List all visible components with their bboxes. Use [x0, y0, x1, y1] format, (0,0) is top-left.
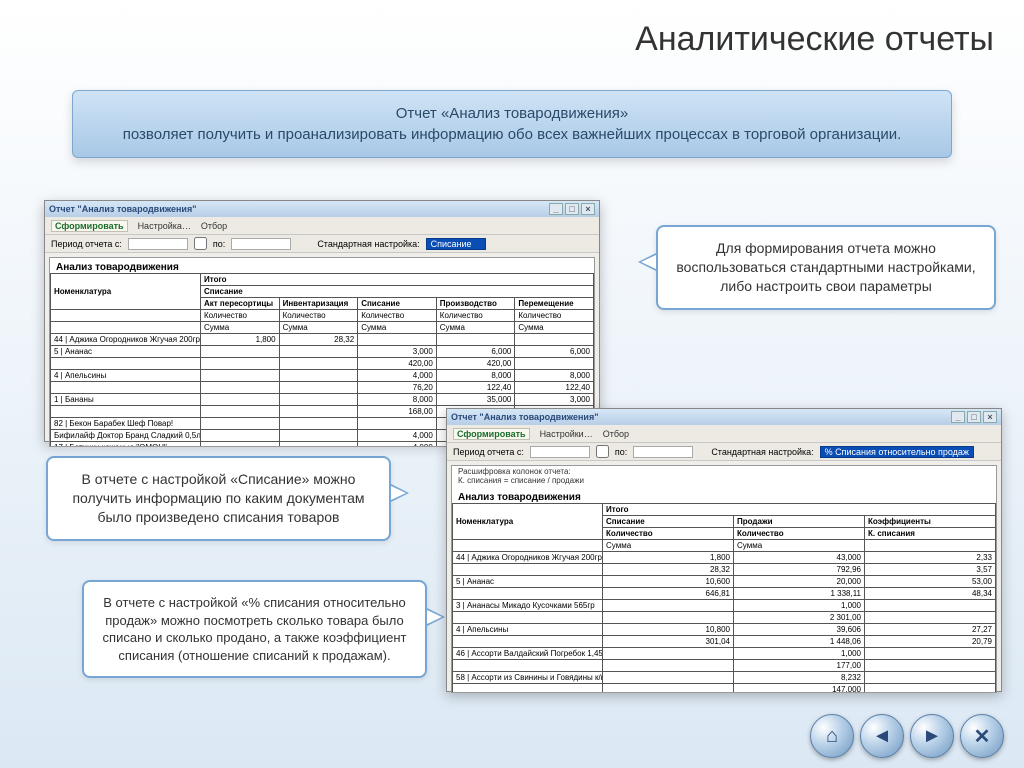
callout-percent: В отчете с настройкой «% списания относи…: [82, 580, 427, 678]
main-callout: Отчет «Анализ товародвижения» позволяет …: [72, 90, 952, 158]
close-button[interactable]: ×: [983, 411, 997, 423]
nav-close-button[interactable]: ✕: [960, 714, 1004, 758]
window-controls: _ □ ×: [951, 411, 997, 423]
std-label: Стандартная настройка:: [317, 239, 419, 249]
titlebar: Отчет "Анализ товародвижения" _ □ ×: [447, 409, 1001, 425]
slide-title: Аналитические отчеты: [635, 20, 994, 59]
legend: Расшифровка колонок отчета: К. списания …: [452, 466, 996, 488]
callout-tail: [638, 252, 658, 272]
params-row: Период отчета с: по: Стандартная настрой…: [45, 235, 599, 253]
titlebar: Отчет "Анализ товародвижения" _ □ ×: [45, 201, 599, 217]
run-button[interactable]: Сформировать: [51, 220, 128, 232]
filter-button[interactable]: Отбор: [201, 221, 227, 231]
toolbar: Сформировать Настройки… Отбор: [447, 425, 1001, 443]
report-window-2: Отчет "Анализ товародвижения" _ □ × Сфор…: [446, 408, 1002, 692]
period-from-input[interactable]: [530, 446, 590, 458]
callout-writeoff: В отчете с настройкой «Списание» можно п…: [46, 456, 391, 541]
nav-prev-button[interactable]: ◄: [860, 714, 904, 758]
report-area: Расшифровка колонок отчета: К. списания …: [451, 465, 997, 693]
std-label: Стандартная настройка:: [711, 447, 813, 457]
callout-text: Для формирования отчета можно воспользов…: [676, 240, 975, 294]
minimize-button[interactable]: _: [951, 411, 965, 423]
nav-home-button[interactable]: ⌂: [810, 714, 854, 758]
std-selector[interactable]: % Списания относительно продаж: [820, 446, 974, 458]
close-button[interactable]: ×: [581, 203, 595, 215]
period-label: Период отчета с:: [453, 447, 524, 457]
report-title: Анализ товародвижения: [452, 488, 996, 503]
report-grid-2: НоменклатураИтогоСписаниеПродажиКоэффици…: [452, 503, 996, 693]
period-label: Период отчета с:: [51, 239, 122, 249]
period-to-input[interactable]: [231, 238, 291, 250]
period-checkbox[interactable]: [596, 445, 609, 458]
toolbar: Сформировать Настройка… Отбор: [45, 217, 599, 235]
std-selector[interactable]: Списание: [426, 238, 486, 250]
minimize-button[interactable]: _: [549, 203, 563, 215]
filter-button[interactable]: Отбор: [603, 429, 629, 439]
callout-settings: Для формирования отчета можно воспользов…: [656, 225, 996, 310]
report-window-1: Отчет "Анализ товародвижения" _ □ × Сфор…: [44, 200, 600, 442]
nav-next-button[interactable]: ►: [910, 714, 954, 758]
params-row: Период отчета с: по: Стандартная настрой…: [447, 443, 1001, 461]
callout-tail: [389, 483, 409, 503]
callout-text: В отчете с настройкой «Списание» можно п…: [72, 471, 364, 525]
callout-tail: [425, 607, 445, 627]
period-checkbox[interactable]: [194, 237, 207, 250]
period-to-input[interactable]: [633, 446, 693, 458]
maximize-button[interactable]: □: [967, 411, 981, 423]
period-from-input[interactable]: [128, 238, 188, 250]
window-controls: _ □ ×: [549, 203, 595, 215]
settings-button[interactable]: Настройки…: [540, 429, 593, 439]
settings-button[interactable]: Настройка…: [138, 221, 191, 231]
run-button[interactable]: Сформировать: [453, 428, 530, 440]
maximize-button[interactable]: □: [565, 203, 579, 215]
window-title: Отчет "Анализ товародвижения": [49, 204, 196, 214]
window-title: Отчет "Анализ товародвижения": [451, 412, 598, 422]
callout-text: В отчете с настройкой «% списания относи…: [103, 595, 407, 663]
period-to-label: по:: [615, 447, 627, 457]
period-to-label: по:: [213, 239, 225, 249]
report-title: Анализ товародвижения: [50, 258, 594, 273]
nav-buttons: ⌂ ◄ ► ✕: [810, 714, 1004, 758]
